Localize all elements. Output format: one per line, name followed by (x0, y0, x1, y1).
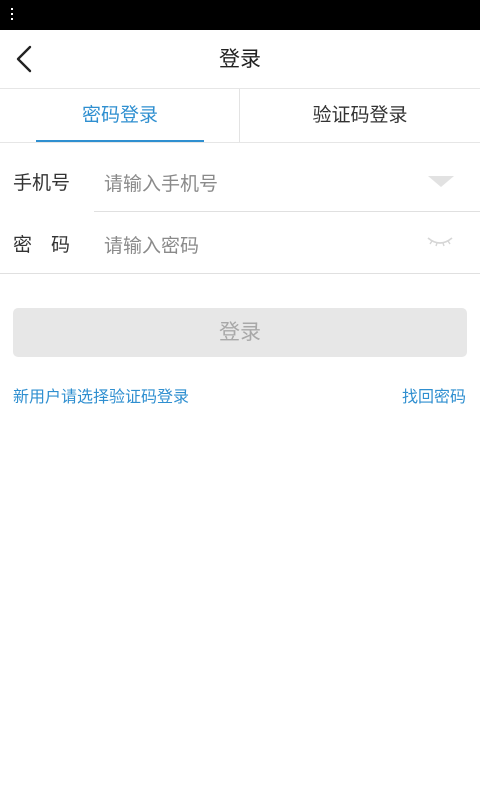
phone-field-row: 手机号 (0, 150, 480, 212)
login-mode-tabs: 密码登录 验证码登录 (0, 89, 480, 143)
new-user-code-login-link[interactable]: 新用户请选择验证码登录 (13, 383, 189, 407)
password-label: 密 码 (13, 234, 71, 256)
phone-label: 手机号 (13, 172, 71, 194)
tab-code-login-label: 验证码登录 (312, 104, 408, 126)
tab-code-login[interactable]: 验证码登录 (240, 89, 480, 142)
password-field-divider (0, 273, 480, 274)
tab-password-login[interactable]: 密码登录 (0, 89, 240, 142)
tab-password-login-label: 密码登录 (81, 104, 158, 126)
recover-password-link[interactable]: 找回密码 (402, 383, 466, 407)
login-button[interactable]: 登录 (13, 308, 467, 357)
phone-input[interactable] (104, 170, 404, 198)
page-title: 登录 (219, 47, 261, 71)
eye-closed-icon[interactable] (426, 234, 454, 248)
status-indicator-icon (11, 8, 14, 22)
navigation-bar: 登录 (0, 30, 480, 89)
password-input[interactable] (104, 232, 404, 260)
status-bar (0, 0, 480, 30)
password-field-row: 密 码 (0, 212, 480, 274)
triangle-down-icon[interactable] (428, 176, 454, 187)
active-tab-indicator (36, 140, 204, 142)
tab-divider (239, 89, 240, 142)
